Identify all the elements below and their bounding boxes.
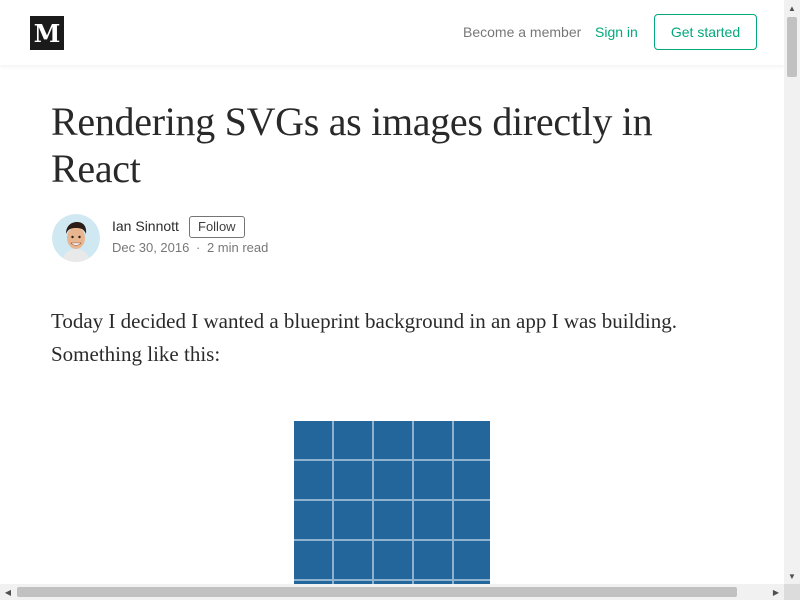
publish-date: Dec 30, 2016 [112,240,190,255]
medium-logo-icon[interactable]: M [30,16,64,50]
article-paragraph: Today I decided I wanted a blueprint bac… [51,309,678,366]
get-started-button[interactable]: Get started [654,14,757,50]
scrollbar-corner [784,584,800,600]
follow-button[interactable]: Follow [189,216,245,238]
become-member-link[interactable]: Become a member [463,24,581,40]
scroll-right-arrow-icon[interactable]: ▶ [768,584,784,600]
article-meta: Dec 30, 2016 · 2 min read [112,240,268,255]
sign-in-link[interactable]: Sign in [595,24,638,40]
vertical-scroll-thumb[interactable] [787,17,797,77]
read-time: 2 min read [206,240,269,255]
author-avatar-image [52,214,100,262]
horizontal-scrollbar[interactable]: ◀ ▶ [0,584,784,600]
scroll-up-arrow-icon[interactable]: ▲ [784,0,800,16]
blueprint-grid-graphic [294,421,490,584]
page-viewport: M Become a member Sign in Get started Re… [0,0,784,584]
scroll-down-arrow-icon[interactable]: ▼ [784,568,800,584]
blueprint-grid-image [294,421,490,584]
article-title: Rendering SVGs as images directly in Rea… [51,99,653,191]
author-avatar[interactable] [52,214,100,262]
vertical-scrollbar[interactable]: ▲ ▼ [784,0,800,584]
scroll-left-arrow-icon[interactable]: ◀ [0,584,16,600]
meta-separator: · [195,240,201,255]
horizontal-scroll-thumb[interactable] [17,587,737,597]
top-navigation-bar: M Become a member Sign in Get started [0,0,784,65]
author-name-link[interactable]: Ian Sinnott [112,218,179,234]
grid-background [294,421,490,584]
